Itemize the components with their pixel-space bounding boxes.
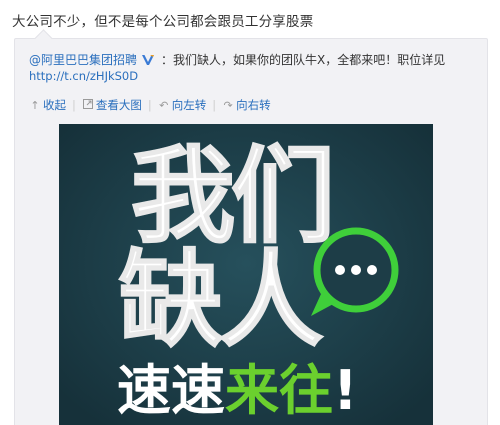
collapse-up-icon: ↑ (30, 98, 40, 112)
image-action-bar: ↑ 收起 | 查看大图 | ↶ 向左转 | ↷ 向右转 (29, 97, 271, 113)
rotate-right-icon: ↷ (223, 98, 233, 112)
view-large-button[interactable]: 查看大图 (82, 97, 142, 113)
rotate-left-label: 向左转 (171, 98, 207, 112)
original-post-line: @阿里巴巴集团招聘 ：我们缺人，如果你的团队牛X，全都来吧！职位详见 (29, 51, 445, 68)
short-url-link[interactable]: http://t.cn/zHJkS0D (29, 69, 138, 83)
collapse-button[interactable]: ↑ 收起 (29, 97, 66, 113)
action-divider: | (147, 98, 152, 112)
poster-line-3-green: 来往 (225, 359, 333, 422)
collapse-label: 收起 (43, 98, 66, 112)
original-post-text: ：我们缺人，如果你的团队牛X，全都来吧！职位详见 (161, 53, 446, 67)
rotate-left-icon: ↶ (159, 98, 169, 112)
view-large-icon (82, 98, 94, 112)
verified-v-icon (142, 54, 155, 65)
poster-graphic: 我们 缺人 速速来往! (59, 124, 433, 425)
poster-line-2: 缺人 (119, 239, 323, 361)
original-author-link[interactable]: @阿里巴巴集团招聘 (29, 51, 137, 68)
rotate-right-button[interactable]: ↷ 向右转 (222, 97, 271, 113)
chat-bubble-icon (311, 227, 399, 316)
rotate-left-button[interactable]: ↶ 向左转 (158, 97, 207, 113)
rotate-right-label: 向右转 (236, 98, 271, 112)
post-text: 大公司不少，但不是每个公司都会跟员工分享股票 (12, 14, 314, 30)
poster-line-3-white: 速速 (117, 359, 225, 422)
action-divider: | (212, 98, 217, 112)
poster-line-3-end: ! (333, 359, 358, 422)
view-large-label: 查看大图 (95, 98, 142, 112)
action-divider: | (72, 98, 76, 112)
poster-image[interactable]: 我们 缺人 速速来往! (59, 124, 433, 425)
poster-line-3: 速速来往! (117, 359, 358, 422)
repost-box: @阿里巴巴集团招聘 ：我们缺人，如果你的团队牛X，全都来吧！职位详见 http:… (14, 38, 488, 425)
